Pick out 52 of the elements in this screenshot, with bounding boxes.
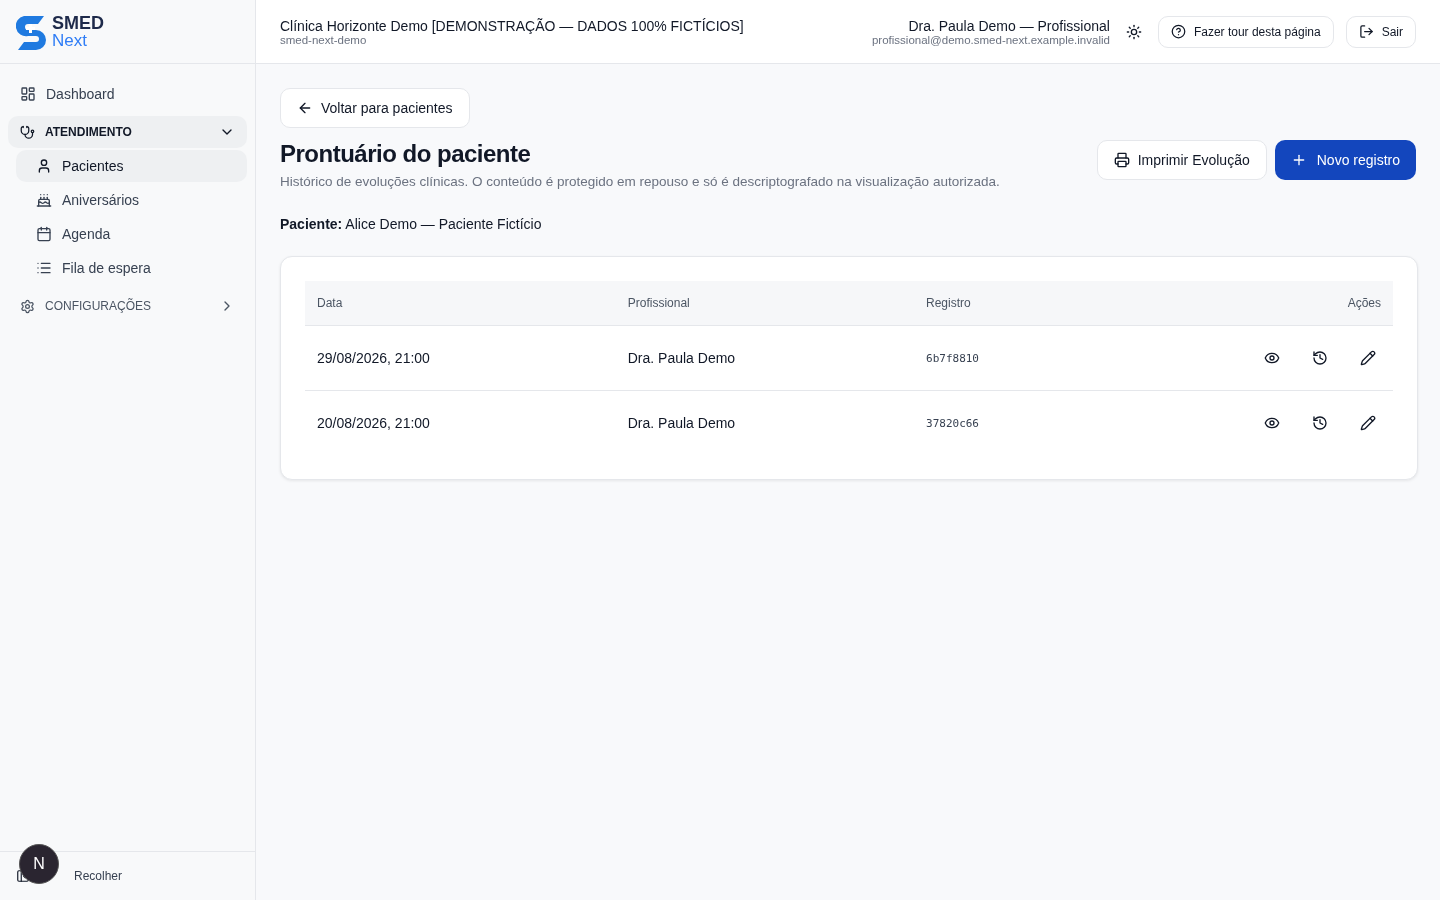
column-header: Data	[305, 281, 616, 326]
table-cell: 37820c66	[914, 390, 1089, 455]
table-cell: 29/08/2026, 21:00	[305, 325, 616, 391]
user-email: profissional@demo.smed-next.example.invalid	[871, 33, 1110, 46]
logout-button[interactable]: Sair	[1345, 15, 1416, 48]
arrow-left-icon	[297, 100, 313, 116]
cake-icon	[36, 192, 52, 208]
nav-item[interactable]: Dashboard	[8, 78, 247, 110]
tour-button[interactable]: Fazer tour desta página	[1157, 15, 1334, 48]
list-icon	[36, 260, 52, 276]
dashboard-icon	[20, 86, 36, 102]
table-cell: 20/08/2026, 21:00	[305, 390, 616, 455]
user-name: Dra. Paula Demo — Profissional	[908, 17, 1110, 34]
history-icon	[1312, 415, 1328, 431]
printer-icon	[1113, 152, 1130, 168]
column-header: Profissional	[615, 281, 914, 326]
clinic-slug: smed-next-demo	[280, 33, 367, 46]
table-cell: Dra. Paula Demo	[615, 325, 914, 391]
logout-icon	[1358, 24, 1374, 39]
column-header: Registro	[914, 281, 1089, 326]
nav-section[interactable]: ATENDIMENTO	[8, 116, 247, 148]
nav-item[interactable]: Aniversários	[16, 184, 247, 216]
stethoscope-icon	[20, 124, 35, 140]
nav-section[interactable]: CONFIGURAÇÕES	[8, 290, 247, 322]
eye-icon	[1264, 415, 1280, 431]
nav-item[interactable]: Pacientes	[16, 150, 247, 182]
nav-item[interactable]: Fila de espera	[16, 252, 247, 284]
back-button[interactable]: Voltar para pacientes	[280, 88, 470, 128]
print-button[interactable]: Imprimir Evolução	[1096, 140, 1267, 180]
logo-icon	[16, 13, 46, 50]
nav-item[interactable]: Agenda	[16, 218, 247, 250]
help-icon	[1170, 24, 1186, 39]
table-cell: Dra. Paula Demo	[615, 390, 914, 455]
calendar-icon	[36, 226, 52, 242]
pencil-icon	[1360, 415, 1376, 431]
column-header: Ações	[1088, 281, 1393, 326]
eye-icon	[1264, 350, 1280, 366]
user-icon	[36, 158, 52, 174]
page-description: Histórico de evoluções clínicas. O conteúdo é protegido em repouso e só é descriptografado na visualização autorizada.	[280, 173, 1000, 191]
brand-name: SMED	[52, 14, 104, 32]
table-cell: 6b7f8810	[914, 325, 1089, 391]
clinic-name: Clínica Horizonte Demo [DEMONSTRAÇÃO — DADOS 100% FICTÍCIOS]	[280, 17, 744, 34]
settings-icon	[20, 298, 35, 314]
page-title: Prontuário do paciente	[280, 140, 532, 168]
collapse-link[interactable]: Recolher	[74, 869, 123, 883]
brand-subname: Next	[52, 31, 88, 49]
new-record-button[interactable]: Novo registro	[1274, 140, 1416, 180]
sun-icon	[1125, 23, 1142, 40]
pencil-icon	[1360, 350, 1376, 366]
history-icon	[1312, 350, 1328, 366]
patient-label: Paciente: Alice Demo — Paciente Fictício	[280, 216, 542, 232]
avatar[interactable]: N	[19, 844, 59, 884]
